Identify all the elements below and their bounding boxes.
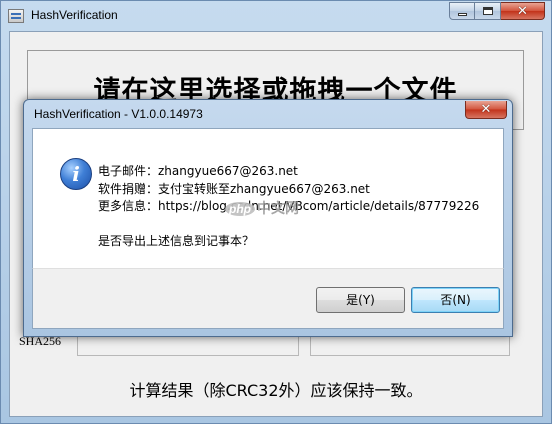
main-titlebar[interactable]: HashVerification ✕	[1, 1, 551, 31]
minimize-icon	[458, 13, 467, 16]
donation-line: 软件捐赠：支付宝转账至zhangyue667@263.net	[98, 182, 370, 196]
maximize-icon	[483, 7, 493, 15]
watermark-logo: php	[225, 202, 255, 216]
caption-buttons: ✕	[449, 2, 545, 21]
no-button[interactable]: 否(N)	[411, 287, 500, 313]
app-icon	[8, 9, 24, 23]
message-dialog: HashVerification - V1.0.0.14973 ✕ i 电子邮件…	[23, 99, 513, 337]
maximize-button[interactable]	[475, 2, 501, 20]
watermark: php 中文网	[225, 198, 299, 218]
close-button[interactable]: ✕	[501, 2, 545, 20]
info-icon: i	[60, 158, 92, 190]
email-line: 电子邮件：zhangyue667@263.net	[98, 164, 298, 178]
yes-button[interactable]: 是(Y)	[316, 287, 405, 313]
export-question: 是否导出上述信息到记事本？	[98, 234, 255, 248]
result-note: 计算结果（除CRC32外）应该保持一致。	[129, 381, 423, 400]
minimize-button[interactable]	[449, 2, 475, 20]
main-window-title: HashVerification	[31, 8, 118, 22]
dialog-title: HashVerification - V1.0.0.14973	[34, 107, 203, 121]
dialog-button-bar: 是(Y) 否(N)	[32, 268, 504, 329]
dialog-body: i 电子邮件：zhangyue667@263.net 软件捐赠：支付宝转账至zh…	[32, 128, 504, 268]
close-icon: ✕	[480, 102, 492, 117]
dialog-close-button[interactable]: ✕	[465, 101, 507, 119]
close-icon: ✕	[517, 4, 528, 19]
watermark-text: 中文网	[257, 200, 299, 216]
